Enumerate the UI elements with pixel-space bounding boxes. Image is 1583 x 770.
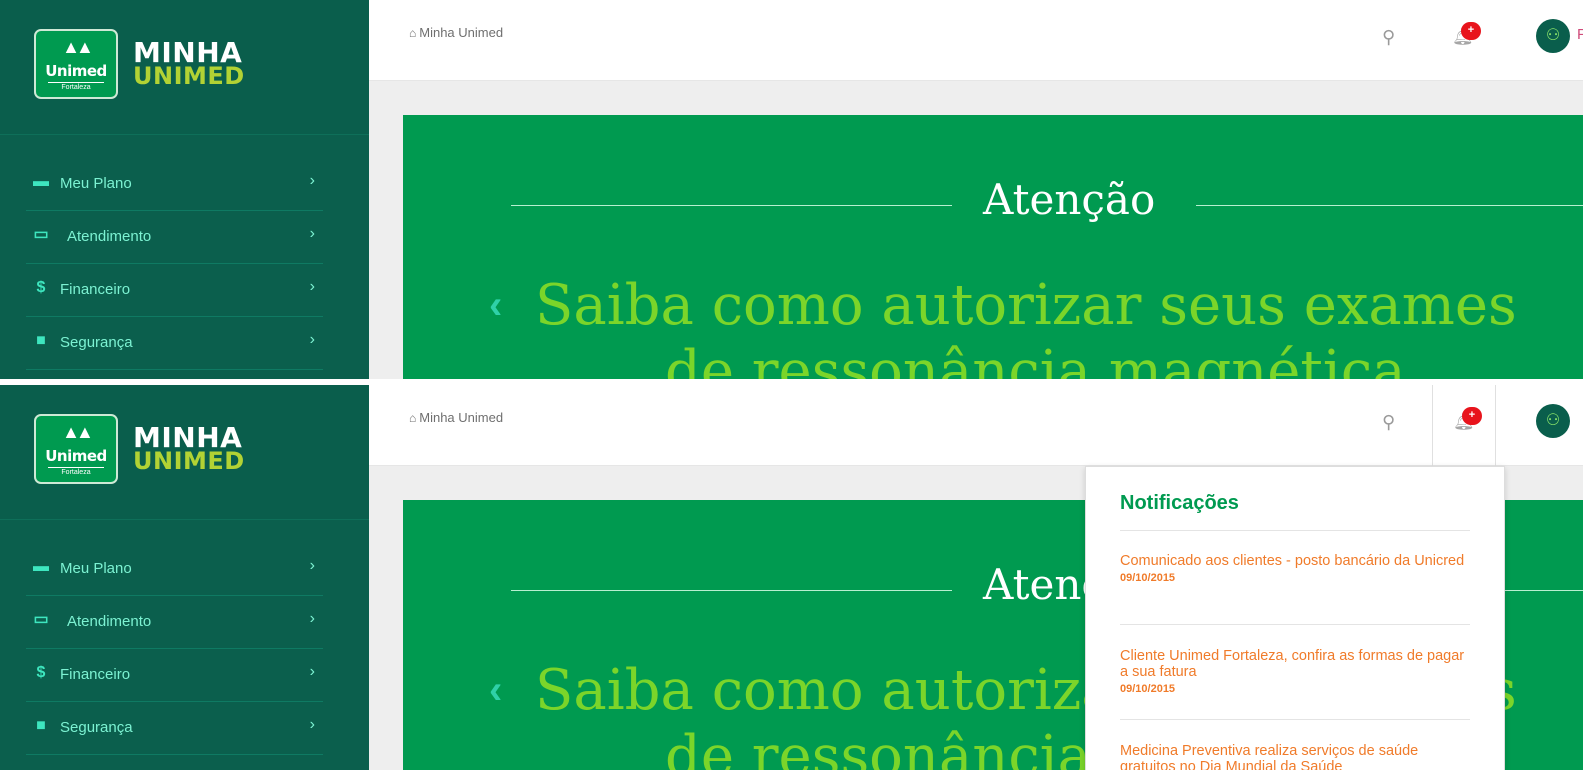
search-icon[interactable]: ⚲: [1382, 27, 1395, 48]
logo-city: Fortaleza: [61, 469, 91, 476]
lock-icon: ■: [36, 332, 46, 349]
sidebar-header: ▲▲ Unimed Fortaleza MINHA UNIMED: [0, 0, 369, 135]
breadcrumb[interactable]: ⌂ Minha Unimed: [409, 25, 503, 40]
top-bar: ⌂Minha Unimed ⚲ 🔔︎ + ⚇: [369, 385, 1583, 466]
chevron-right-icon: ›: [309, 331, 315, 348]
notification-text: Comunicado aos clientes - posto bancário…: [1120, 553, 1465, 569]
chevron-right-icon: ›: [309, 278, 315, 295]
monitor-icon: ▭: [33, 611, 49, 628]
screen-state-default: ▲▲ Unimed Fortaleza MINHA UNIMED ▬ Meu P…: [0, 0, 1583, 379]
sidebar-item-atendimento[interactable]: ▭ Atendimento ›: [26, 596, 323, 649]
sidebar-item-label: Segurança: [60, 719, 133, 736]
sidebar-item-meu-plano[interactable]: ▬ Meu Plano ›: [26, 543, 323, 596]
sidebar-item-label: Atendimento: [67, 613, 152, 630]
divider: [1120, 530, 1470, 531]
screen-state-notifications-open: ▲▲ Unimed Fortaleza MINHA UNIMED ▬ Meu P…: [0, 385, 1583, 770]
sidebar-item-label: Meu Plano: [60, 560, 132, 577]
chevron-right-icon: ›: [309, 663, 315, 680]
divider: [1120, 719, 1470, 720]
banner-headline: Saiba como autorizar seus exames de ress…: [535, 273, 1583, 379]
home-icon: ⌂: [409, 26, 417, 40]
logo-name: Unimed: [45, 447, 107, 465]
notification-text: Cliente Unimed Fortaleza, confira as for…: [1120, 648, 1465, 680]
avatar[interactable]: ⚇: [1536, 404, 1570, 438]
breadcrumb-label: Minha Unimed: [419, 25, 504, 40]
title-rule-left: [511, 205, 952, 206]
sidebar-item-label: Financeiro: [60, 666, 131, 683]
tree-icon: ▲▲: [62, 37, 94, 57]
notifications-title: Notificações: [1120, 492, 1239, 514]
logo-divider: [48, 467, 104, 468]
sidebar-item-financeiro[interactable]: $ Financeiro ›: [26, 264, 323, 317]
sidebar-header: ▲▲ Unimed Fortaleza MINHA UNIMED: [0, 385, 369, 520]
sidebar-item-label: Meu Plano: [60, 175, 132, 192]
sidebar: ▲▲ Unimed Fortaleza MINHA UNIMED ▬ Meu P…: [0, 0, 369, 379]
card-icon: ▬: [33, 558, 49, 575]
unimed-logo[interactable]: ▲▲ Unimed Fortaleza: [34, 29, 118, 99]
sidebar-item-atendimento[interactable]: ▭ Atendimento ›: [26, 211, 323, 264]
sidebar: ▲▲ Unimed Fortaleza MINHA UNIMED ▬ Meu P…: [0, 385, 369, 770]
sidebar-item-seguranca[interactable]: ■ Segurança ›: [26, 702, 323, 755]
notifications-button[interactable]: 🔔︎ +: [1432, 0, 1496, 81]
notification-item[interactable]: Cliente Unimed Fortaleza, confira as for…: [1120, 648, 1472, 695]
chevron-right-icon: ›: [309, 172, 315, 189]
notification-date: 09/10/2015: [1120, 683, 1176, 695]
breadcrumb[interactable]: ⌂ Minha Unimed: [409, 410, 503, 425]
sidebar-item-label: Atendimento: [67, 228, 152, 245]
banner-carousel: Atenção ‹ Saiba como autorizar seus exam…: [403, 115, 1583, 379]
breadcrumb-label: Minha Unimed: [419, 410, 504, 425]
headline-line1: Saiba como autorizar seus exames: [535, 273, 1517, 338]
carousel-prev-button[interactable]: ‹: [489, 668, 502, 713]
lock-icon: ■: [36, 717, 46, 734]
top-bar: ⌂Minha Unimed ⚲ 🔔︎ + ⚇ P: [369, 0, 1583, 81]
monitor-icon: ▭: [33, 226, 49, 243]
divider: [1120, 624, 1470, 625]
banner-title: Atenção: [983, 175, 1156, 224]
user-icon: ⚇: [1545, 27, 1561, 44]
dollar-icon: $: [36, 664, 46, 681]
tree-icon: ▲▲: [62, 422, 94, 442]
sidebar-item-seguranca[interactable]: ■ Segurança ›: [26, 317, 323, 370]
title-rule-left: [511, 590, 952, 591]
notification-item[interactable]: Medicina Preventiva realiza serviços de …: [1120, 743, 1472, 770]
logo-divider: [48, 82, 104, 83]
headline-line2: de ressonância magnética: [665, 339, 1406, 379]
carousel-prev-button[interactable]: ‹: [489, 283, 502, 328]
dollar-icon: $: [36, 279, 46, 296]
search-icon[interactable]: ⚲: [1382, 412, 1395, 433]
logo-name: Unimed: [45, 62, 107, 80]
home-icon: ⌂: [409, 411, 417, 425]
chevron-right-icon: ›: [309, 610, 315, 627]
notifications-dropdown: Notificações Comunicado aos clientes - p…: [1085, 466, 1505, 770]
title-rule-right: [1196, 205, 1583, 206]
card-icon: ▬: [33, 173, 49, 190]
sidebar-item-financeiro[interactable]: $ Financeiro ›: [26, 649, 323, 702]
sidebar-item-meu-plano[interactable]: ▬ Meu Plano ›: [26, 158, 323, 211]
sidebar-menu: ▬ Meu Plano › ▭ Atendimento › $ Financei…: [26, 543, 323, 755]
notification-badge: +: [1462, 407, 1482, 425]
notification-badge: +: [1461, 22, 1481, 40]
notifications-button[interactable]: 🔔︎ +: [1432, 385, 1496, 466]
sidebar-menu: ▬ Meu Plano › ▭ Atendimento › $ Financei…: [26, 158, 323, 370]
avatar[interactable]: ⚇: [1536, 19, 1570, 53]
notification-date: 09/10/2015: [1120, 572, 1176, 584]
user-name[interactable]: P: [1577, 26, 1583, 43]
brand-title-line2: UNIMED: [133, 447, 245, 475]
notification-text: Medicina Preventiva realiza serviços de …: [1120, 743, 1419, 770]
chevron-right-icon: ›: [309, 557, 315, 574]
chevron-right-icon: ›: [309, 716, 315, 733]
user-icon: ⚇: [1545, 412, 1561, 429]
unimed-logo[interactable]: ▲▲ Unimed Fortaleza: [34, 414, 118, 484]
chevron-right-icon: ›: [309, 225, 315, 242]
logo-city: Fortaleza: [61, 84, 91, 91]
sidebar-item-label: Segurança: [60, 334, 133, 351]
sidebar-item-label: Financeiro: [60, 281, 131, 298]
brand-title-line2: UNIMED: [133, 62, 245, 90]
notification-item[interactable]: Comunicado aos clientes - posto bancário…: [1120, 553, 1472, 584]
